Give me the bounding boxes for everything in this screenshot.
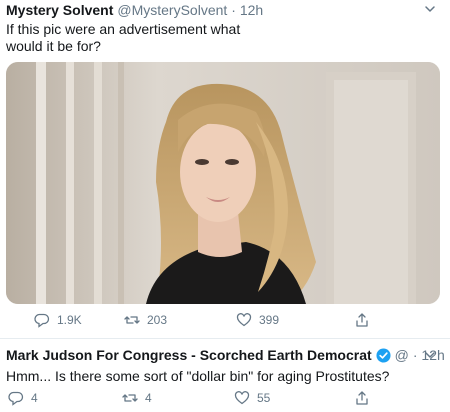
author-handle[interactable]: @ (395, 347, 409, 363)
retweet-action[interactable]: 4 (122, 390, 152, 406)
tweet-header: Mystery Solvent @MysterySolvent · 12h (6, 2, 263, 18)
retweet-icon (124, 316, 140, 324)
share-icon (356, 391, 368, 405)
like-action[interactable]: 55 (234, 390, 270, 406)
tweet-text-line: If this pic were an advertisement what (6, 21, 241, 37)
portrait-photo (6, 62, 440, 304)
tweet-header: Mark Judson For Congress - Scorched Eart… (6, 347, 445, 363)
tweet-text: Hmm... Is there some sort of "dollar bin… (6, 368, 390, 384)
retweet-count: 4 (145, 391, 152, 405)
tweet-text-line: would it be for? (6, 38, 101, 54)
tweet-text: If this pic were an advertisement what w… (6, 21, 240, 55)
retweet-action[interactable]: 203 (124, 312, 167, 328)
heart-icon (236, 313, 252, 327)
chevron-down-icon[interactable] (424, 349, 436, 361)
retweet-icon (122, 394, 138, 402)
share-icon (356, 313, 368, 327)
share-action[interactable] (354, 390, 370, 406)
reply-icon (8, 391, 24, 406)
heart-icon (234, 391, 250, 405)
like-count: 399 (259, 313, 280, 327)
reply-count: 4 (31, 391, 38, 405)
chevron-down-icon[interactable] (424, 3, 436, 15)
author-name[interactable]: Mystery Solvent (6, 2, 113, 18)
tweet-2[interactable]: Mark Judson For Congress - Scorched Eart… (0, 338, 450, 412)
tweet-media-image[interactable] (6, 62, 440, 304)
tweet-divider (0, 338, 450, 339)
tweet-1[interactable]: Mystery Solvent @MysterySolvent · 12h If t… (0, 0, 450, 338)
reply-count: 1.9K (57, 313, 82, 327)
author-name[interactable]: Mark Judson For Congress - Scorched Eart… (6, 347, 372, 363)
like-count: 55 (257, 391, 271, 405)
reply-action[interactable]: 4 (8, 390, 38, 406)
reply-action[interactable]: 1.9K (34, 312, 82, 328)
tweet-actions: 4 4 55 (0, 390, 450, 410)
tweet-timestamp[interactable]: · 12h (231, 2, 263, 18)
retweet-count: 203 (147, 313, 168, 327)
share-action[interactable] (354, 312, 370, 328)
author-handle[interactable]: @MysterySolvent (117, 2, 227, 18)
verified-badge-icon (376, 348, 391, 363)
like-action[interactable]: 399 (236, 312, 279, 328)
tweet-actions: 1.9K 203 399 (0, 312, 450, 332)
reply-icon (34, 313, 50, 328)
